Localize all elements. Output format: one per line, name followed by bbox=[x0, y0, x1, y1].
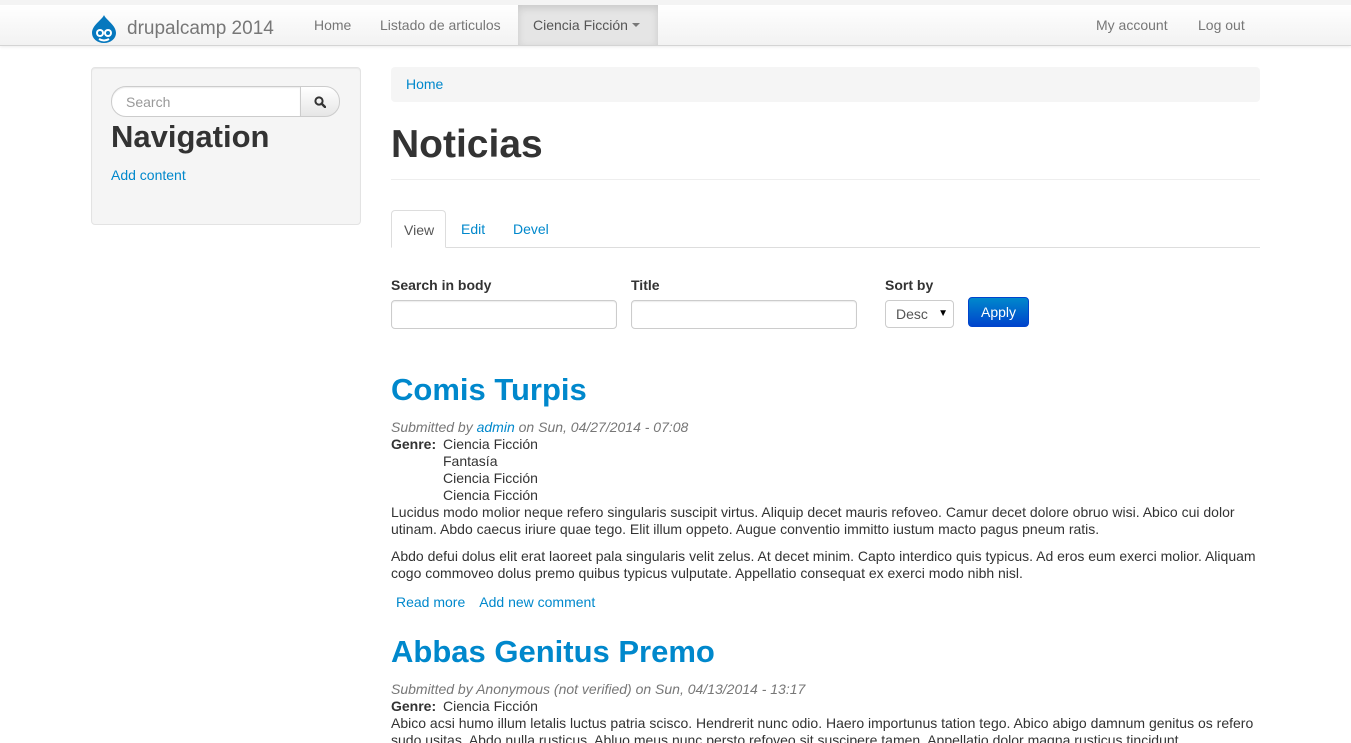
tab-edit[interactable]: Edit bbox=[449, 210, 497, 248]
genre-item: Ciencia Ficción bbox=[443, 698, 538, 714]
genre-item: Ciencia Ficción bbox=[443, 436, 538, 452]
genre-label: Genre: bbox=[391, 698, 437, 714]
nav-item-listado[interactable]: Listado de articulos bbox=[365, 5, 516, 45]
submitted-date: on Sun, 04/27/2014 - 07:08 bbox=[514, 419, 689, 435]
caret-down-icon bbox=[631, 23, 640, 28]
search-input[interactable] bbox=[111, 86, 301, 117]
article-body-paragraph: Lucidus modo molior neque refero singula… bbox=[391, 504, 1235, 537]
apply-button[interactable]: Apply bbox=[968, 297, 1029, 327]
sidebar: Navigation Add content bbox=[91, 67, 361, 225]
drupal-drop-icon bbox=[92, 15, 116, 43]
article-submitted: Submitted by Anonymous (not verified) on… bbox=[391, 681, 806, 697]
breadcrumb-home-link[interactable]: Home bbox=[406, 76, 443, 92]
nav-item-home[interactable]: Home bbox=[299, 5, 366, 45]
add-comment-link[interactable]: Add new comment bbox=[479, 594, 595, 610]
title-divider bbox=[391, 179, 1260, 180]
read-more-link[interactable]: Read more bbox=[396, 594, 465, 610]
title-filter-input[interactable] bbox=[631, 300, 857, 329]
search-body-label: Search in body bbox=[391, 277, 492, 293]
page-title: Noticias bbox=[391, 123, 543, 166]
add-content-link[interactable]: Add content bbox=[111, 167, 186, 183]
article-submitted: Submitted by admin on Sun, 04/27/2014 - … bbox=[391, 419, 688, 435]
article-links: Read more Add new comment bbox=[396, 594, 609, 610]
search-icon bbox=[314, 95, 326, 108]
genre-item: Ciencia Ficción bbox=[443, 487, 538, 503]
sort-by-value: Desc bbox=[896, 306, 928, 322]
search-body-input[interactable] bbox=[391, 300, 617, 329]
tab-view[interactable]: View bbox=[391, 210, 446, 248]
sort-by-label: Sort by bbox=[885, 277, 934, 293]
author-link[interactable]: admin bbox=[477, 419, 515, 435]
site-name[interactable]: drupalcamp 2014 bbox=[127, 18, 274, 40]
search-button[interactable] bbox=[300, 86, 340, 117]
local-tabs: View Edit Devel bbox=[391, 210, 1260, 248]
sidebar-title: Navigation bbox=[111, 119, 270, 154]
nav-item-my-account[interactable]: My account bbox=[1081, 5, 1183, 45]
top-navbar: drupalcamp 2014 Home Listado de articulo… bbox=[0, 0, 1351, 46]
article-title[interactable]: Comis Turpis bbox=[391, 372, 587, 408]
genre-label: Genre: bbox=[391, 436, 437, 452]
site-brand[interactable]: drupalcamp 2014 bbox=[90, 11, 274, 47]
article-body-paragraph: Abico acsi humo illum letalis luctus pat… bbox=[391, 715, 1254, 743]
title-filter-label: Title bbox=[631, 277, 660, 293]
submitted-prefix: Submitted by bbox=[391, 419, 477, 435]
nav-item-ciencia-ficcion-label: Ciencia Ficción bbox=[533, 17, 628, 33]
article-title[interactable]: Abbas Genitus Premo bbox=[391, 634, 715, 670]
article-body-paragraph: Abdo defui dolus elit erat laoreet pala … bbox=[391, 548, 1256, 581]
sidebar-search bbox=[111, 86, 341, 117]
tab-devel[interactable]: Devel bbox=[501, 210, 561, 248]
nav-item-ciencia-ficcion[interactable]: Ciencia Ficción bbox=[518, 5, 658, 45]
nav-item-log-out[interactable]: Log out bbox=[1183, 5, 1260, 45]
genre-item: Ciencia Ficción bbox=[443, 470, 538, 486]
breadcrumb: Home bbox=[391, 67, 1260, 102]
dropdown-arrow-icon: ▼ bbox=[938, 308, 948, 319]
genre-item: Fantasía bbox=[443, 453, 498, 469]
sort-by-select[interactable]: Desc ▼ bbox=[885, 300, 954, 328]
